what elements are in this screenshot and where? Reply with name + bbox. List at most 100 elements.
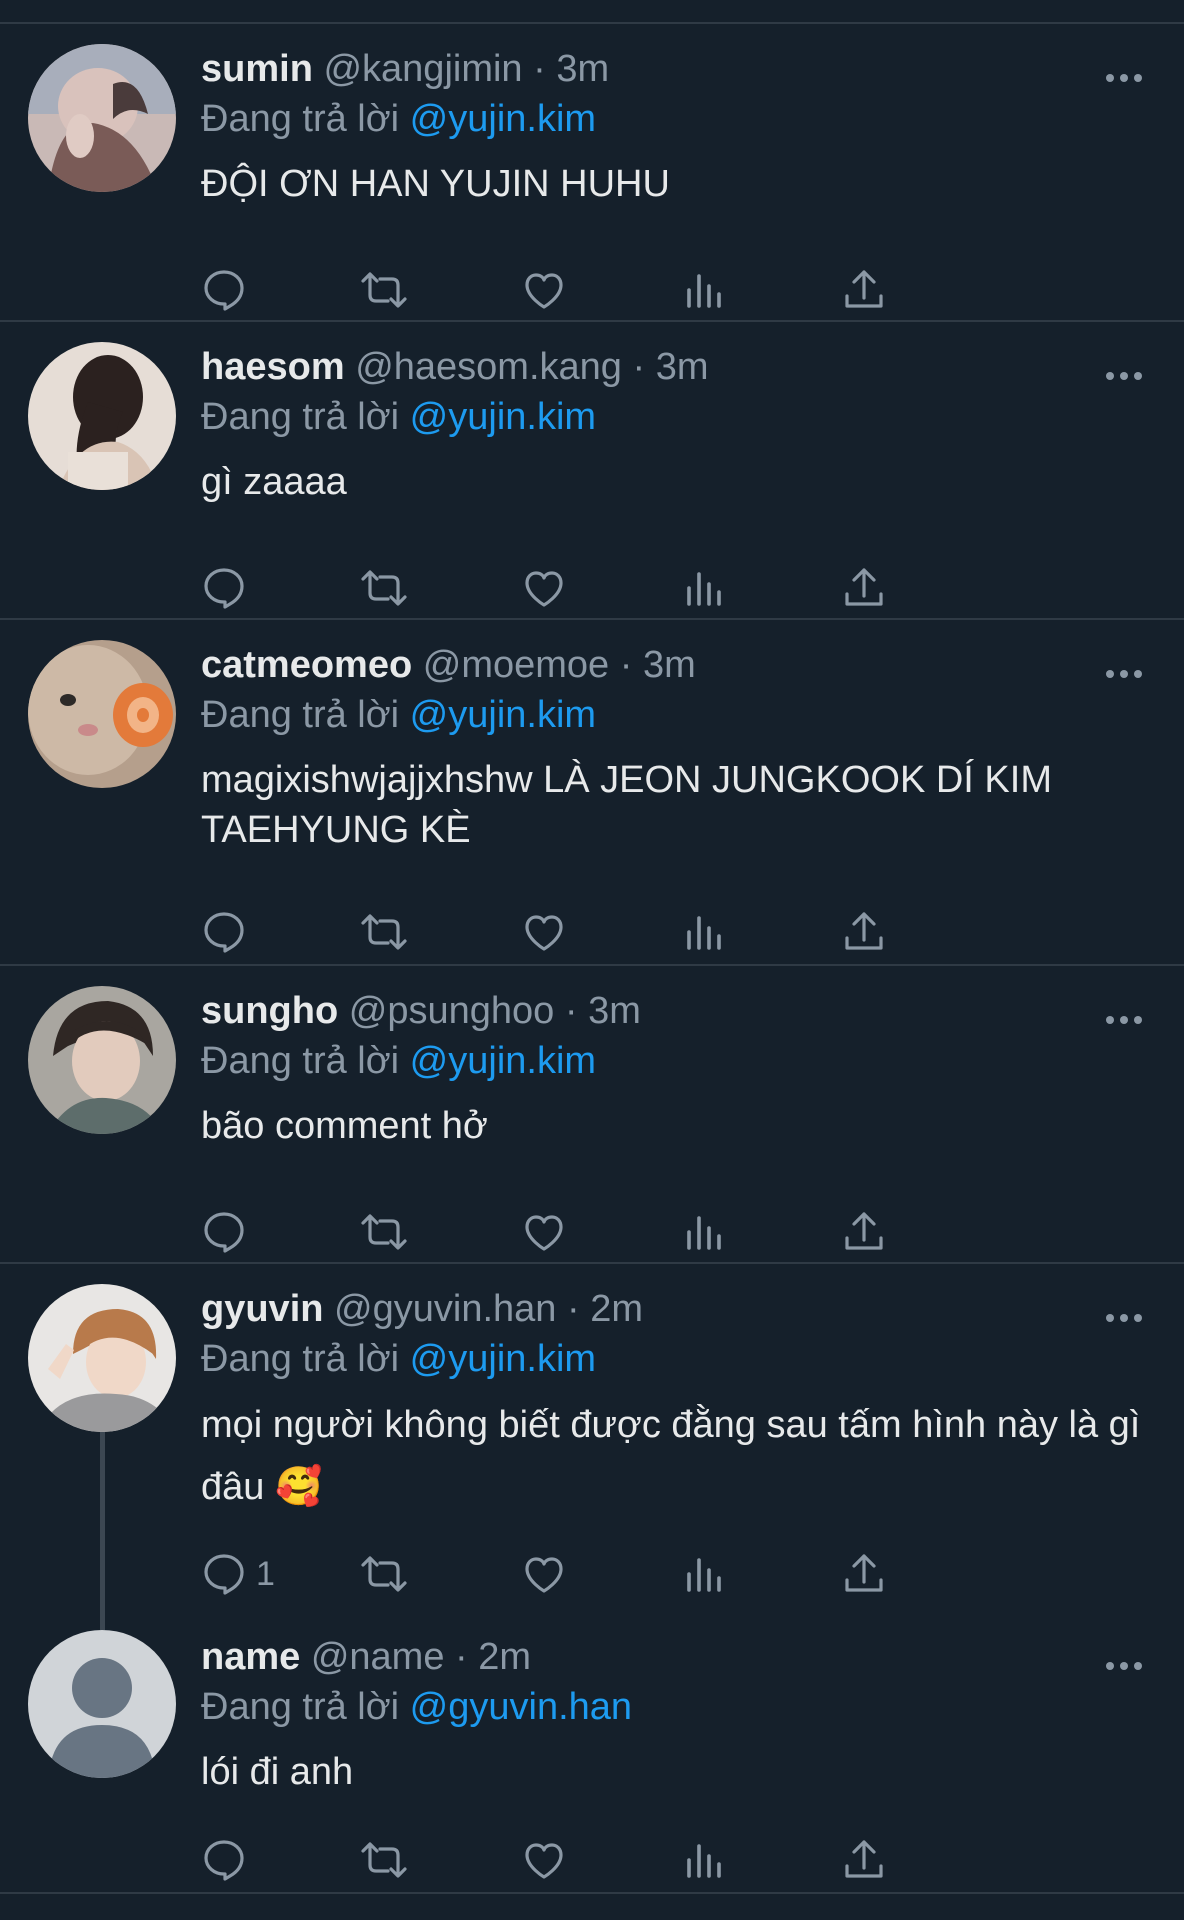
like-button[interactable]: [520, 902, 568, 962]
replying-to-mention[interactable]: @yujin.kim: [410, 1338, 596, 1380]
replying-to-mention[interactable]: @yujin.kim: [410, 396, 596, 438]
more-dots-icon[interactable]: [1104, 1010, 1144, 1030]
avatar[interactable]: [28, 1630, 176, 1778]
tweet-item[interactable]: catmeomeo @moemoe · 3m Đang trả lời @yuj…: [0, 620, 1184, 966]
like-button[interactable]: [520, 260, 568, 320]
reply-button[interactable]: 1: [200, 1544, 275, 1604]
share-button[interactable]: [840, 1544, 888, 1604]
views-button[interactable]: [680, 902, 728, 962]
replying-to-mention[interactable]: @yujin.kim: [410, 1040, 596, 1082]
handle[interactable]: @psunghoo: [349, 990, 555, 1032]
avatar[interactable]: [28, 342, 176, 490]
views-button[interactable]: [680, 1830, 728, 1890]
handle[interactable]: @moemoe: [423, 644, 609, 686]
more-dots-icon[interactable]: [1104, 68, 1144, 88]
action-bar: [200, 1202, 1060, 1262]
heart-icon: [520, 564, 568, 612]
reply-button[interactable]: [200, 260, 256, 320]
share-button[interactable]: [840, 260, 888, 320]
replying-to-mention[interactable]: @yujin.kim: [410, 694, 596, 736]
tweet-text: gì zaaaa: [201, 461, 347, 503]
timestamp[interactable]: 3m: [656, 346, 709, 388]
heart-icon: [520, 1550, 568, 1598]
more-dots-icon[interactable]: [1104, 1308, 1144, 1328]
retweet-button[interactable]: [360, 1830, 408, 1890]
bar-chart-icon: [680, 1836, 728, 1884]
retweet-icon: [360, 1836, 408, 1884]
retweet-button[interactable]: [360, 902, 408, 962]
retweet-button[interactable]: [360, 1202, 408, 1262]
heart-icon: [520, 1208, 568, 1256]
top-divider: [0, 0, 1184, 24]
timestamp[interactable]: 3m: [556, 48, 609, 90]
heart-icon: [520, 266, 568, 314]
reply-button[interactable]: [200, 902, 256, 962]
tweet-item[interactable]: haesom @haesom.kang · 3m Đang trả lời @y…: [0, 322, 1184, 620]
comment-bubble-icon: [200, 1208, 248, 1256]
share-upload-icon: [840, 1550, 888, 1598]
tweet-item[interactable]: gyuvin @gyuvin.han · 2m Đang trả lời @yu…: [0, 1264, 1184, 1630]
like-button[interactable]: [520, 558, 568, 618]
share-button[interactable]: [840, 558, 888, 618]
like-button[interactable]: [520, 1202, 568, 1262]
views-button[interactable]: [680, 260, 728, 320]
tweet-item[interactable]: name @name · 2m Đang trả lời @gyuvin.han…: [0, 1630, 1184, 1894]
display-name[interactable]: haesom: [201, 346, 345, 388]
more-dots-icon[interactable]: [1104, 366, 1144, 386]
views-button[interactable]: [680, 1202, 728, 1262]
comment-bubble-icon: [200, 908, 248, 956]
comment-bubble-icon: [200, 564, 248, 612]
timestamp[interactable]: 2m: [478, 1636, 531, 1678]
avatar[interactable]: [28, 640, 176, 788]
more-dots-icon[interactable]: [1104, 1656, 1144, 1676]
avatar[interactable]: [28, 44, 176, 192]
replying-to-mention[interactable]: @gyuvin.han: [410, 1686, 632, 1728]
display-name[interactable]: gyuvin: [201, 1288, 323, 1330]
replying-to-line: Đang trả lời @yujin.kim: [201, 94, 1144, 144]
reply-button[interactable]: [200, 558, 256, 618]
dot-separator: ·: [455, 1636, 479, 1678]
display-name[interactable]: catmeomeo: [201, 644, 412, 686]
action-bar: [200, 260, 1060, 320]
retweet-button[interactable]: [360, 558, 408, 618]
handle[interactable]: @haesom.kang: [355, 346, 622, 388]
handle[interactable]: @gyuvin.han: [334, 1288, 556, 1330]
dot-separator: ·: [619, 644, 643, 686]
more-dots-icon[interactable]: [1104, 664, 1144, 684]
display-name[interactable]: sumin: [201, 48, 313, 90]
like-button[interactable]: [520, 1830, 568, 1890]
like-button[interactable]: [520, 1544, 568, 1604]
avatar[interactable]: [28, 1284, 176, 1432]
replying-to-line: Đang trả lời @yujin.kim: [201, 392, 1144, 442]
share-upload-icon: [840, 564, 888, 612]
retweet-button[interactable]: [360, 1544, 408, 1604]
bar-chart-icon: [680, 1208, 728, 1256]
dot-separator: ·: [533, 48, 557, 90]
timestamp[interactable]: 3m: [588, 990, 641, 1032]
dot-separator: ·: [566, 1288, 591, 1330]
tweet-text: lói đi anh: [201, 1751, 354, 1793]
handle[interactable]: @kangjimin: [323, 48, 522, 90]
tweet-header: sungho @psunghoo · 3m: [201, 986, 1144, 1036]
display-name[interactable]: name: [201, 1636, 300, 1678]
tweet-item[interactable]: sumin @kangjimin · 3m Đang trả lời @yuji…: [0, 24, 1184, 322]
avatar[interactable]: [28, 986, 176, 1134]
replying-to-mention[interactable]: @yujin.kim: [410, 98, 596, 140]
timestamp[interactable]: 2m: [590, 1288, 643, 1330]
tweet-header: sumin @kangjimin · 3m: [201, 44, 1144, 94]
share-button[interactable]: [840, 1202, 888, 1262]
views-button[interactable]: [680, 558, 728, 618]
share-button[interactable]: [840, 902, 888, 962]
views-button[interactable]: [680, 1544, 728, 1604]
display-name[interactable]: sungho: [201, 990, 338, 1032]
reply-button[interactable]: [200, 1202, 256, 1262]
tweet-item[interactable]: sungho @psunghoo · 3m Đang trả lời @yuji…: [0, 966, 1184, 1264]
tweet-text: magixishwjajjxhshw LÀ JEON JUNGKOOK DÍ K…: [201, 759, 1062, 851]
replying-to-label: Đang trả lời: [201, 1040, 400, 1082]
replying-to-line: Đang trả lời @yujin.kim: [201, 1334, 1144, 1384]
share-button[interactable]: [840, 1830, 888, 1890]
reply-button[interactable]: [200, 1830, 256, 1890]
retweet-button[interactable]: [360, 260, 408, 320]
handle[interactable]: @name: [311, 1636, 445, 1678]
timestamp[interactable]: 3m: [643, 644, 696, 686]
